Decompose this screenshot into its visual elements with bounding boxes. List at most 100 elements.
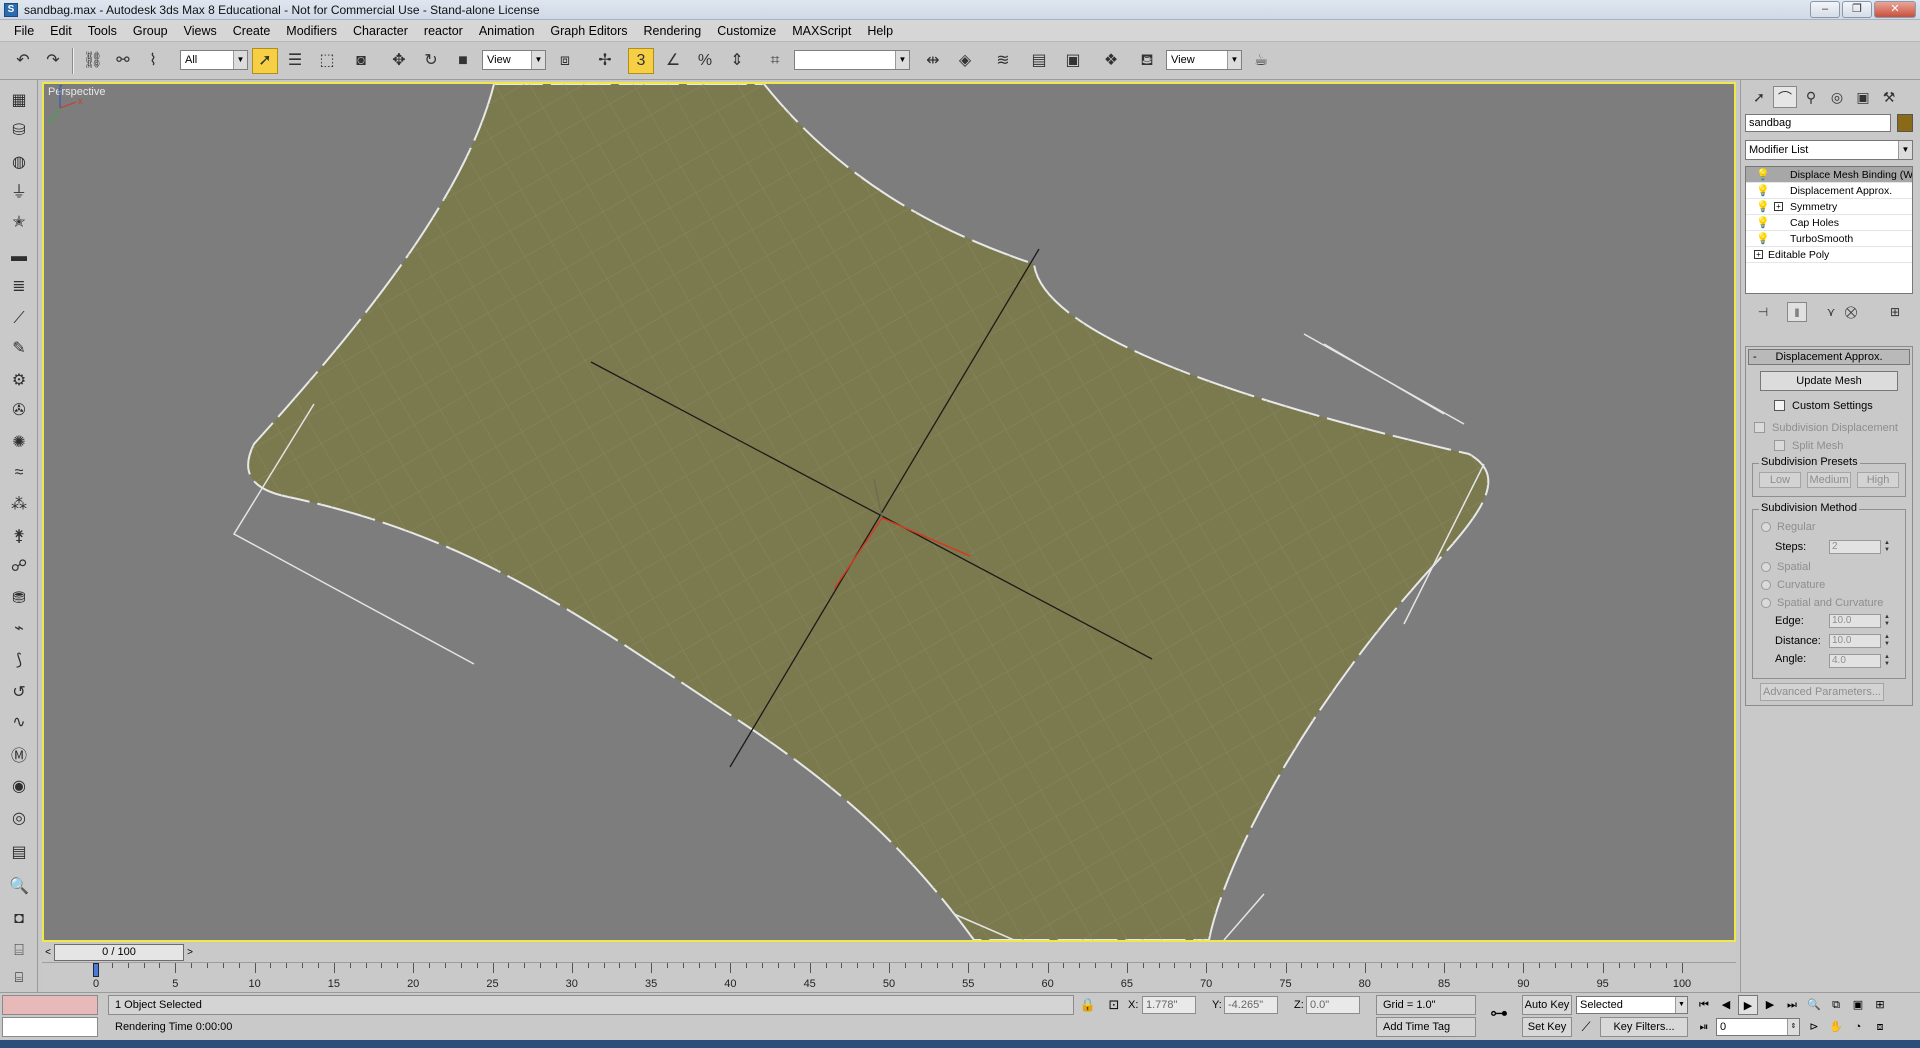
menu-customize[interactable]: Customize (709, 20, 784, 42)
spatial-radio[interactable]: Spatial (1761, 560, 1811, 574)
layer-manager-icon[interactable]: ≋ (990, 48, 1016, 74)
pivot-center-icon[interactable]: ⧈ (552, 48, 578, 74)
create-tab-icon[interactable]: ➚ (1747, 86, 1771, 108)
x-coordinate-field[interactable]: 1.778" (1142, 996, 1196, 1014)
auto-key-button[interactable]: Auto Key (1522, 995, 1572, 1015)
percent-snap-icon[interactable]: % (692, 48, 718, 74)
expand-icon[interactable]: + (1754, 250, 1763, 259)
remove-modifier-icon[interactable]: ⛒ (1841, 302, 1861, 322)
lightbulb-icon[interactable]: 💡 (1756, 231, 1770, 246)
key-mode-dropdown[interactable]: Selected ▼ (1576, 996, 1688, 1014)
spatial-and-curvature-radio[interactable]: Spatial and Curvature (1761, 596, 1883, 610)
zoom-extents-all-icon[interactable]: ⊞ (1870, 995, 1890, 1015)
pin-stack-icon[interactable]: ⊣ (1753, 302, 1773, 322)
collapse-icon[interactable]: - (1753, 350, 1757, 364)
curve-editor-mini-icon[interactable]: ⌸ (6, 965, 32, 989)
app-icon[interactable]: S (4, 2, 18, 17)
update-mesh-button[interactable]: Update Mesh (1760, 371, 1898, 391)
edge-spinner-arrows[interactable]: ▲ ▼ (1883, 614, 1891, 628)
select-object-icon[interactable]: ➚ (252, 48, 278, 74)
stack-item-cap-holes[interactable]: 💡 Cap Holes (1746, 215, 1912, 231)
utilities-tab-icon[interactable]: ⚒ (1877, 86, 1901, 108)
go-to-end-icon[interactable]: ⏭ (1782, 995, 1802, 1015)
distance-spinner[interactable]: 10.0 (1829, 634, 1881, 648)
pan-view-icon[interactable]: ✋ (1826, 1017, 1846, 1037)
select-move-icon[interactable]: ✥ (386, 48, 412, 74)
stack-item-symmetry[interactable]: 💡 + Symmetry (1746, 199, 1912, 215)
lightbulb-icon[interactable]: 💡 (1756, 215, 1770, 230)
menu-graph-editors[interactable]: Graph Editors (542, 20, 635, 42)
time-slider[interactable]: < 0 / 100 > (42, 944, 1736, 962)
arc-rotate-icon[interactable]: ◔ (1848, 1017, 1868, 1037)
render-type-dropdown[interactable]: View ▼ (1166, 50, 1242, 70)
lock-selection-icon[interactable]: 🔒 (1078, 995, 1098, 1015)
modify-tab-icon[interactable]: ⌒ (1773, 86, 1797, 108)
create-helix-icon[interactable]: ≣ (6, 274, 32, 300)
perspective-viewport[interactable]: Perspective x y z (42, 82, 1736, 942)
next-frame-icon[interactable]: ▶ (1760, 995, 1780, 1015)
configure-modifier-sets-icon[interactable]: ⊞ (1885, 302, 1905, 322)
render-scene-icon[interactable]: ⛾ (1134, 48, 1160, 74)
mirror-icon[interactable]: ⇹ (920, 48, 946, 74)
align-icon[interactable]: ◈ (952, 48, 978, 74)
spinner-snap-icon[interactable]: ⇕ (724, 48, 750, 74)
render-output-icon[interactable]: ⌸ (6, 938, 32, 964)
advanced-parameters-button[interactable]: Advanced Parameters... (1760, 683, 1884, 701)
curvature-radio[interactable]: Curvature (1761, 578, 1825, 592)
create-particles-icon[interactable]: ⁂ (6, 492, 32, 518)
curve-editor-icon[interactable]: ▤ (1026, 48, 1052, 74)
modifier-wave-icon[interactable]: ∿ (6, 710, 32, 736)
snap-toggle-icon[interactable]: 3 (628, 48, 654, 74)
z-coordinate-field[interactable]: 0.0" (1306, 996, 1360, 1014)
rectangular-selection-icon[interactable]: ⬚ (314, 48, 340, 74)
menu-help[interactable]: Help (859, 20, 901, 42)
absolute-mode-icon[interactable]: ⊡ (1104, 995, 1124, 1015)
create-plane-icon[interactable]: ⏚ (6, 180, 32, 206)
steps-spinner-arrows[interactable]: ▲ ▼ (1883, 540, 1891, 554)
create-gear-icon[interactable]: ⚙ (6, 368, 32, 394)
custom-settings-checkbox[interactable]: Custom Settings (1774, 399, 1873, 413)
hierarchy-tab-icon[interactable]: ⚲ (1799, 86, 1823, 108)
set-key-button[interactable]: Set Key (1522, 1017, 1572, 1037)
create-hose-icon[interactable]: ⌁ (6, 616, 32, 642)
menu-character[interactable]: Character (345, 20, 416, 42)
create-barrel-icon[interactable]: ⛃ (6, 586, 32, 612)
zoom-all-icon[interactable]: ⧉ (1826, 995, 1846, 1015)
menu-edit[interactable]: Edit (42, 20, 80, 42)
create-helper-icon[interactable]: ✎ (6, 336, 32, 362)
display-tab-icon[interactable]: ▣ (1851, 86, 1875, 108)
menu-file[interactable]: File (6, 20, 42, 42)
modifier-mesh-icon[interactable]: ◉ (6, 774, 32, 800)
create-light-icon[interactable]: ✺ (6, 430, 32, 456)
create-bone-icon[interactable]: ⚵ (6, 524, 32, 550)
modifier-m-icon[interactable]: Ⓜ (6, 744, 32, 770)
angle-snap-icon[interactable]: ∠ (660, 48, 686, 74)
rollout-header[interactable]: - Displacement Approx. (1748, 349, 1910, 365)
field-of-view-icon[interactable]: ⊳ (1804, 1017, 1824, 1037)
menu-tools[interactable]: Tools (80, 20, 125, 42)
create-star-icon[interactable]: ✭ (6, 210, 32, 236)
preset-medium-button[interactable]: Medium (1807, 472, 1851, 488)
add-time-tag[interactable]: Add Time Tag (1376, 1017, 1476, 1037)
modifier-noise-icon[interactable]: ◎ (6, 806, 32, 832)
menu-rendering[interactable]: Rendering (636, 20, 710, 42)
current-frame-field[interactable]: 0 ⇕ (1716, 1018, 1800, 1036)
stack-item-editable-poly[interactable]: + Editable Poly (1746, 247, 1912, 263)
create-biped-icon[interactable]: ☍ (6, 554, 32, 580)
object-name-field[interactable]: sandbag (1745, 114, 1891, 132)
render-setup-icon[interactable]: ▤ (6, 840, 32, 866)
undo-icon[interactable]: ↶ (10, 48, 36, 74)
key-mode-toggle-icon[interactable]: ⏯ (1694, 1017, 1714, 1037)
stack-item-displacement-approx[interactable]: 💡 Displacement Approx. (1746, 183, 1912, 199)
menu-reactor[interactable]: reactor (416, 20, 471, 42)
angle-spinner[interactable]: 4.0 (1829, 654, 1881, 668)
object-color-swatch[interactable] (1897, 114, 1913, 132)
lightbulb-icon[interactable]: 💡 (1756, 167, 1770, 182)
zoom-icon[interactable]: 🔍 (1804, 995, 1824, 1015)
preset-high-button[interactable]: High (1857, 472, 1899, 488)
quick-render-icon[interactable]: ☕ (1248, 48, 1274, 74)
maxscript-listener-mini[interactable] (2, 995, 98, 1015)
create-camera-icon[interactable]: ✇ (6, 398, 32, 424)
time-slider-thumb[interactable]: 0 / 100 (54, 944, 184, 961)
material-editor-icon[interactable]: ❖ (1098, 48, 1124, 74)
